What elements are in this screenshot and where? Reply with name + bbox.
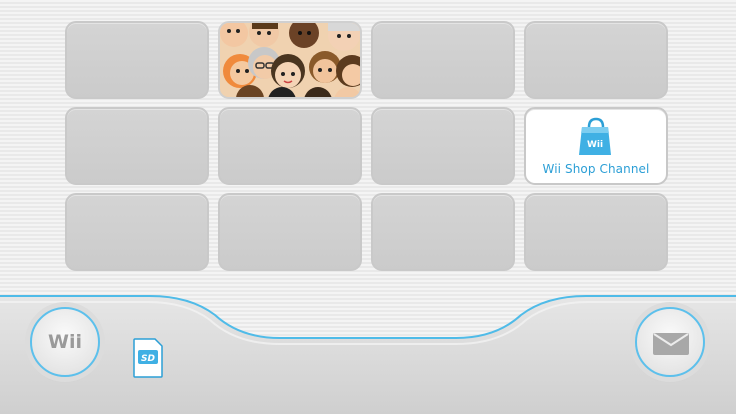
wii-menu-button[interactable]: Wii bbox=[30, 307, 100, 377]
sd-card-label: SD bbox=[141, 354, 155, 364]
wii-button-label: Wii bbox=[48, 331, 82, 353]
wii-message-board-button[interactable] bbox=[635, 307, 705, 377]
bottom-bar bbox=[0, 295, 736, 414]
sd-card-icon[interactable]: SD bbox=[132, 338, 164, 378]
envelope-icon bbox=[653, 333, 689, 355]
